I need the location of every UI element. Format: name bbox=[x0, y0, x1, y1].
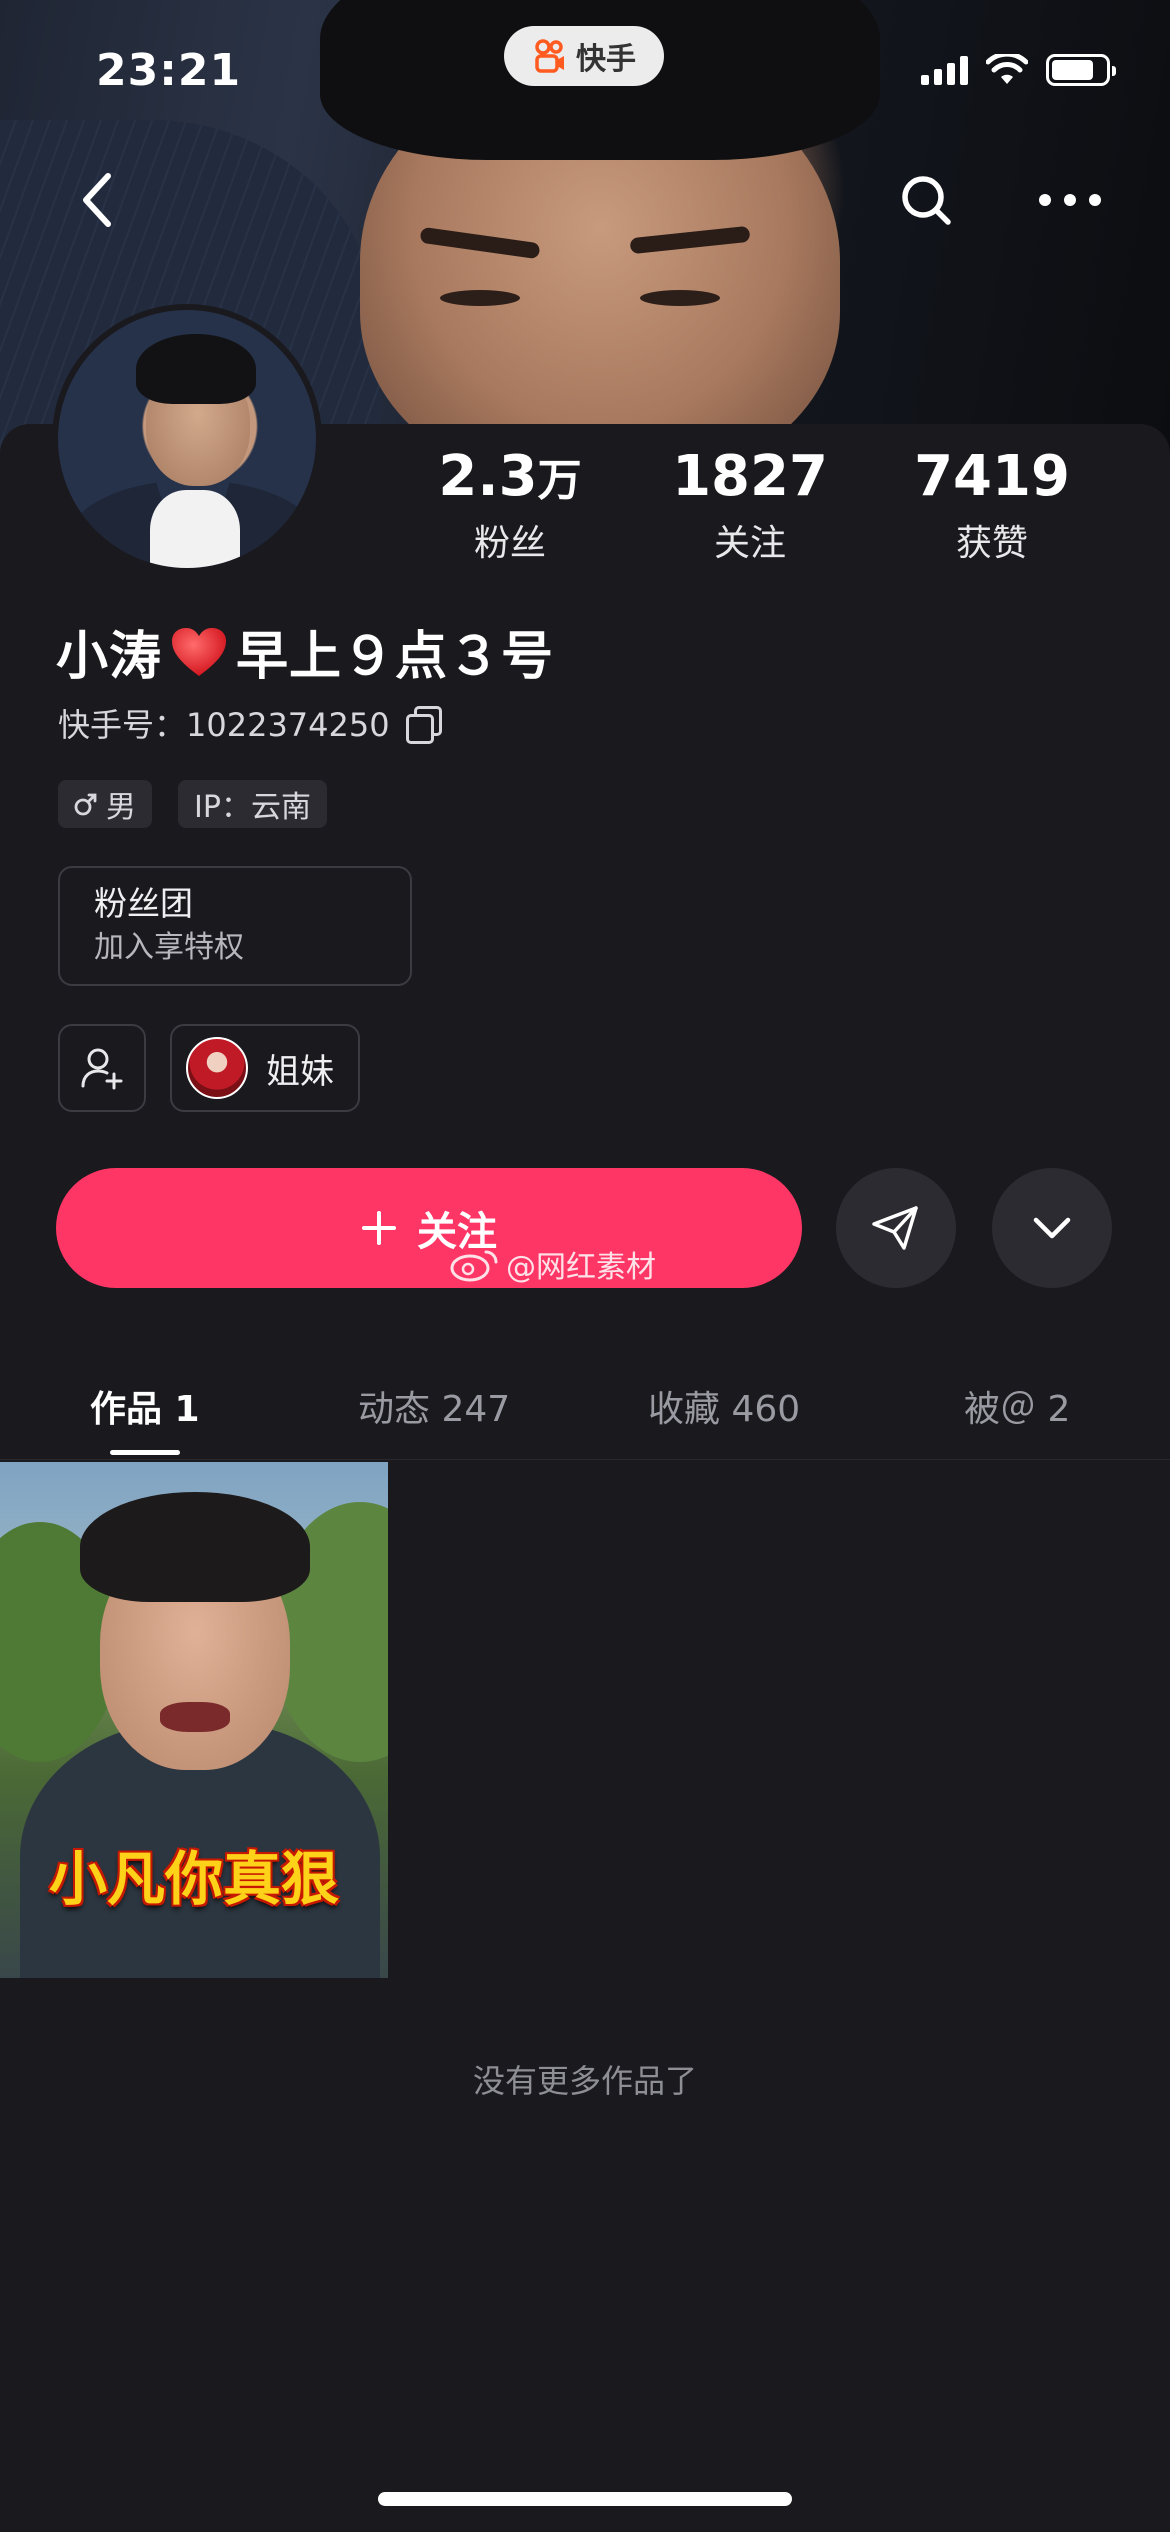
stat-following[interactable]: 1827 关注 bbox=[630, 446, 870, 566]
add-user-icon bbox=[81, 1048, 123, 1090]
copy-icon[interactable] bbox=[405, 706, 442, 744]
search-icon bbox=[902, 176, 951, 225]
search-button[interactable] bbox=[886, 160, 966, 240]
fan-group-card[interactable]: 粉丝团 加入享特权 bbox=[58, 866, 412, 986]
ip-location-text: IP：云南 bbox=[194, 790, 311, 825]
tab-moments[interactable]: 动态 247 bbox=[358, 1380, 510, 1432]
tab-favorites[interactable]: 收藏 460 bbox=[648, 1380, 800, 1432]
stat-likes[interactable]: 7419 获赞 bbox=[872, 446, 1112, 566]
stat-label: 关注 bbox=[713, 522, 786, 564]
battery-icon bbox=[1046, 54, 1116, 86]
relation-label: 姐妹 bbox=[266, 1051, 334, 1092]
wifi-icon bbox=[986, 54, 1028, 84]
back-arrow-icon bbox=[83, 173, 111, 227]
more-dots-icon bbox=[1039, 194, 1101, 206]
name-text-part1: 小涛 bbox=[56, 627, 163, 687]
content-tabs: 作品 1 动态 247 收藏 460 被＠ 2 bbox=[0, 1360, 1170, 1460]
ip-location-tag: IP：云南 bbox=[178, 780, 327, 828]
male-symbol-icon bbox=[74, 793, 97, 816]
stat-label: 获赞 bbox=[955, 522, 1028, 564]
relation-avatar bbox=[186, 1037, 248, 1099]
system-icons bbox=[921, 54, 1116, 86]
profile-stats: 2.3万 粉丝 1827 关注 7419 获赞 bbox=[0, 446, 1170, 576]
gender-text: 男 bbox=[106, 790, 136, 825]
profile-screen: 23:21 快手 2.3万 粉丝 1827 关注 7419 获赞 小涛 早上９点… bbox=[0, 0, 1170, 2532]
top-nav bbox=[0, 160, 1170, 240]
stat-value: 7419 bbox=[914, 444, 1070, 509]
more-button[interactable] bbox=[1030, 160, 1110, 240]
work-caption: 小凡你真狠 bbox=[48, 1845, 339, 1913]
fan-group-subtitle: 加入享特权 bbox=[94, 930, 244, 965]
cellular-signal-icon bbox=[921, 55, 968, 85]
active-tab-indicator bbox=[110, 1450, 180, 1455]
chevron-down-icon bbox=[1033, 1217, 1071, 1239]
tab-works[interactable]: 作品 1 bbox=[90, 1380, 200, 1432]
watermark: @网红素材 bbox=[450, 1242, 656, 1286]
kuaishou-logo-icon bbox=[535, 39, 564, 73]
plus-icon bbox=[362, 1211, 396, 1245]
follow-button[interactable]: 关注 bbox=[56, 1168, 802, 1288]
red-heart-icon bbox=[172, 627, 227, 676]
profile-name: 小涛 早上９点３号 bbox=[56, 614, 554, 689]
paper-plane-icon bbox=[872, 1206, 918, 1250]
stat-value: 1827 bbox=[672, 444, 828, 509]
relation-chip[interactable]: 姐妹 bbox=[170, 1024, 360, 1112]
kuaishou-id: 快手号：1022374250 bbox=[58, 706, 390, 744]
tab-mentions[interactable]: 被＠ 2 bbox=[964, 1380, 1070, 1432]
back-button[interactable] bbox=[58, 160, 138, 240]
app-name: 快手 bbox=[576, 42, 636, 77]
no-more-works-text: 没有更多作品了 bbox=[472, 2062, 697, 2100]
fan-group-title: 粉丝团 bbox=[94, 884, 193, 923]
add-friend-button[interactable] bbox=[58, 1024, 146, 1112]
expand-button[interactable] bbox=[992, 1168, 1112, 1288]
home-indicator[interactable] bbox=[378, 2492, 792, 2506]
stat-label: 粉丝 bbox=[473, 522, 546, 564]
app-indicator-pill: 快手 bbox=[504, 26, 664, 86]
profile-tags: 男 IP：云南 bbox=[58, 780, 327, 828]
status-time: 23:21 bbox=[96, 44, 242, 96]
stat-followers[interactable]: 2.3万 粉丝 bbox=[390, 446, 630, 566]
kuaishou-id-row: 快手号：1022374250 bbox=[58, 700, 442, 746]
gender-tag: 男 bbox=[58, 780, 152, 828]
relation-chips: 姐妹 bbox=[58, 1024, 360, 1112]
work-thumbnail[interactable]: 小凡你真狠 bbox=[0, 1462, 388, 1978]
weibo-icon bbox=[450, 1250, 498, 1282]
name-text-part2: 早上９点３号 bbox=[236, 627, 555, 687]
watermark-text: @网红素材 bbox=[506, 1250, 656, 1285]
stat-value: 2.3万 bbox=[438, 444, 582, 509]
share-button[interactable] bbox=[836, 1168, 956, 1288]
